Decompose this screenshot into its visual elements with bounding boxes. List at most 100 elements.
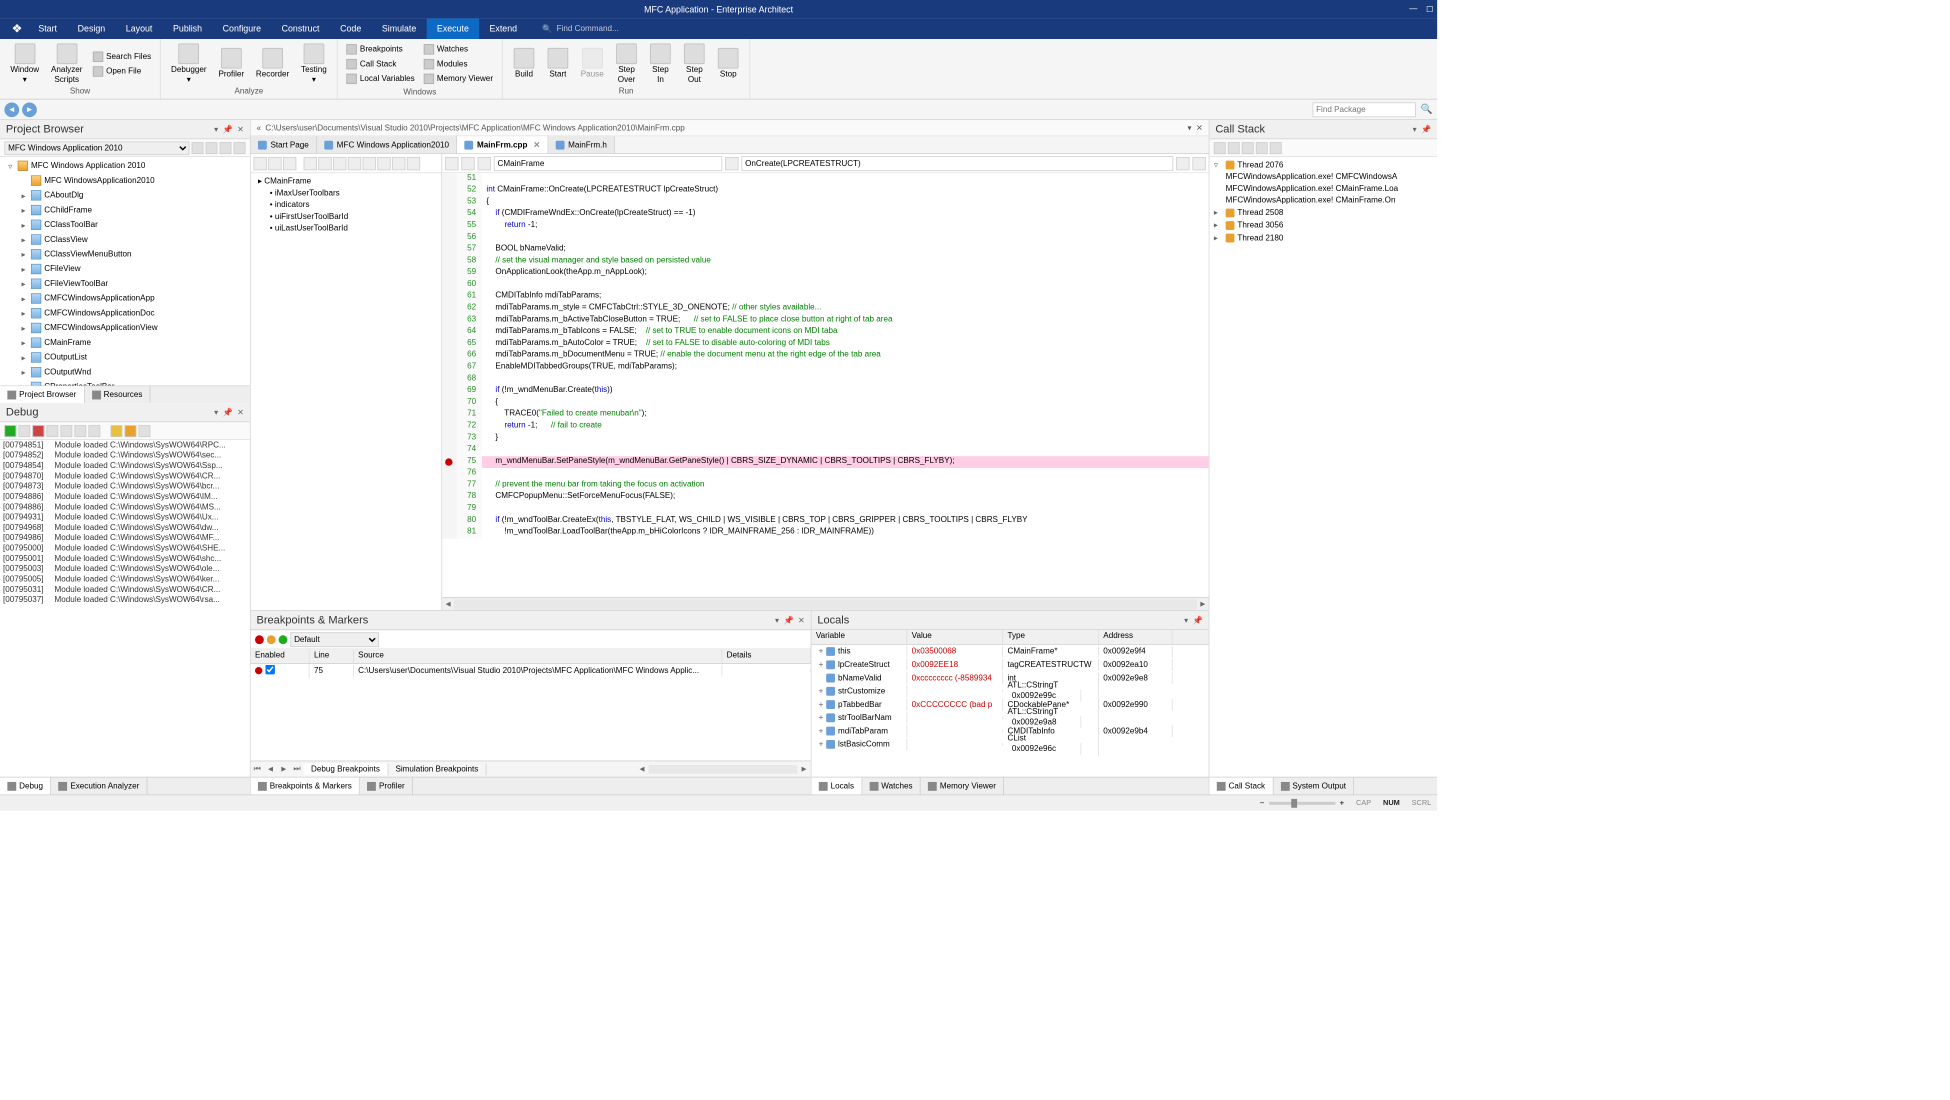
code-line[interactable]: 77 // prevent the menu bar from taking t…	[442, 480, 1208, 492]
debug-row[interactable]: [00795031]Module loaded C:\Windows\SysWO…	[0, 584, 250, 594]
close-icon[interactable]: ✕	[237, 408, 244, 418]
bp-subtab[interactable]: Simulation Breakpoints	[388, 763, 486, 775]
tree-item[interactable]: ▸CClassView	[0, 232, 250, 247]
debug-row[interactable]: [00794886]Module loaded C:\Windows\SysWO…	[0, 502, 250, 512]
debug-row[interactable]: [00794851]Module loaded C:\Windows\SysWO…	[0, 440, 250, 450]
tb-icon[interactable]	[1228, 142, 1240, 154]
menu-extend[interactable]: Extend	[479, 18, 527, 39]
tree-item[interactable]: ▸CClassToolBar	[0, 217, 250, 232]
ribbon-memory-viewer-button[interactable]: Memory Viewer	[421, 71, 496, 86]
up-icon[interactable]	[192, 142, 204, 154]
tb-icon[interactable]	[363, 157, 376, 170]
menu-construct[interactable]: Construct	[271, 18, 329, 39]
project-root-combo[interactable]: MFC Windows Application 2010	[4, 141, 189, 154]
zoom-slider[interactable]: −+	[1260, 799, 1345, 808]
debug-row[interactable]: [00795037]Module loaded C:\Windows\SysWO…	[0, 595, 250, 605]
tb-icon[interactable]	[283, 157, 296, 170]
minimize-icon[interactable]: —	[1409, 4, 1417, 14]
bp-orange-icon[interactable]	[267, 635, 276, 644]
tb-icon[interactable]	[1192, 157, 1205, 170]
menu-code[interactable]: Code	[330, 18, 372, 39]
step-over-icon[interactable]	[60, 425, 72, 437]
tree-item[interactable]: ▿MFC Windows Application 2010	[0, 158, 250, 173]
ribbon-pause-button[interactable]: Pause	[576, 42, 608, 85]
step-in-icon[interactable]	[74, 425, 86, 437]
code-line[interactable]: 66 mdiTabParams.m_bDocumentMenu = TRUE; …	[442, 350, 1208, 362]
tb-icon[interactable]	[392, 157, 405, 170]
tab-locals[interactable]: Locals	[811, 778, 862, 795]
tb-icon[interactable]	[268, 157, 281, 170]
outline-item[interactable]: ▸ CMainFrame	[252, 175, 440, 188]
debug-row[interactable]: [00795005]Module loaded C:\Windows\SysWO…	[0, 574, 250, 584]
debug-row[interactable]: [00795003]Module loaded C:\Windows\SysWO…	[0, 564, 250, 574]
tab-resources[interactable]: Resources	[84, 386, 150, 403]
code-line[interactable]: 53{	[442, 197, 1208, 209]
step-out-icon[interactable]	[88, 425, 100, 437]
code-line[interactable]: 78 CMFCPopupMenu::SetForceMenuFocus(FALS…	[442, 492, 1208, 504]
debug-row[interactable]: [00794886]Module loaded C:\Windows\SysWO…	[0, 492, 250, 502]
dropdown-icon[interactable]: ▾	[775, 615, 779, 625]
tab-memory-viewer[interactable]: Memory Viewer	[921, 778, 1004, 795]
ribbon-search-files-button[interactable]: Search Files	[90, 49, 154, 64]
tab-project-browser[interactable]: Project Browser	[0, 386, 84, 403]
code-line[interactable]: 62 mdiTabParams.m_style = CMFCTabCtrl::S…	[442, 303, 1208, 315]
tab-call-stack[interactable]: Call Stack	[1209, 778, 1273, 795]
ribbon-profiler-button[interactable]: Profiler	[214, 42, 249, 85]
tb-icon[interactable]	[1256, 142, 1268, 154]
outline-item[interactable]: • uiFirstUserToolBarId	[252, 211, 440, 223]
dropdown-icon[interactable]: ▾	[1187, 123, 1191, 133]
code-line[interactable]: 76	[442, 468, 1208, 480]
close-icon[interactable]: ✕	[798, 615, 805, 625]
pin-icon[interactable]: 📌	[1193, 615, 1203, 625]
debug-row[interactable]: [00794968]Module loaded C:\Windows\SysWO…	[0, 523, 250, 533]
editor-hscroll[interactable]: ◄►	[442, 597, 1208, 610]
locals-row[interactable]: +lpCreateStruct0x0092EE18tagCREATESTRUCT…	[811, 658, 1208, 671]
class-combo[interactable]	[494, 156, 722, 171]
ribbon-local-variables-button[interactable]: Local Variables	[344, 71, 418, 86]
ribbon-modules-button[interactable]: Modules	[421, 57, 496, 72]
tb-icon[interactable]	[304, 157, 317, 170]
bp-filter-combo[interactable]: Default	[290, 632, 378, 647]
ribbon-breakpoints-button[interactable]: Breakpoints	[344, 42, 418, 57]
tb-icon[interactable]	[461, 157, 474, 170]
ribbon-open-file-button[interactable]: Open File	[90, 64, 154, 79]
code-line[interactable]: 52int CMainFrame::OnCreate(LPCREATESTRUC…	[442, 185, 1208, 197]
code-line[interactable]: 55 return -1;	[442, 220, 1208, 232]
tree-item[interactable]: ▸CMFCWindowsApplicationView	[0, 321, 250, 336]
tb-icon[interactable]	[318, 157, 331, 170]
ribbon-stop-button[interactable]: Stop	[713, 42, 744, 85]
dropdown-icon[interactable]: ▾	[214, 408, 218, 418]
down-icon[interactable]	[206, 142, 218, 154]
save-icon[interactable]	[111, 425, 123, 437]
code-line[interactable]: 59 OnApplicationLook(theApp.m_nAppLook);	[442, 268, 1208, 280]
tb-icon[interactable]	[725, 157, 738, 170]
ribbon-analyzer-button[interactable]: Analyzer Scripts	[47, 42, 87, 85]
bp-grid-body[interactable]: 75C:\Users\user\Documents\Visual Studio …	[251, 664, 811, 761]
ribbon-step-button[interactable]: Step Out	[679, 42, 710, 85]
tab-system-output[interactable]: System Output	[1273, 778, 1354, 795]
code-line[interactable]: 67 EnableMDITabbedGroups(TRUE, mdiTabPar…	[442, 362, 1208, 374]
nav-back-button[interactable]: ◄	[4, 102, 19, 117]
tb-icon[interactable]	[1270, 142, 1282, 154]
tree-item[interactable]: ▸CFileView	[0, 262, 250, 277]
code-line[interactable]: 70 {	[442, 397, 1208, 409]
code-line[interactable]: 75 m_wndMenuBar.SetPaneStyle(m_wndMenuBa…	[442, 456, 1208, 468]
ribbon-recorder-button[interactable]: Recorder	[251, 42, 293, 85]
tb-icon[interactable]	[1176, 157, 1189, 170]
tb-icon[interactable]	[348, 157, 361, 170]
code-line[interactable]: 57 BOOL bNameValid;	[442, 244, 1208, 256]
code-line[interactable]: 54 if (CMDIFrameWndEx::OnCreate(lpCreate…	[442, 209, 1208, 221]
debug-output[interactable]: [00794851]Module loaded C:\Windows\SysWO…	[0, 440, 250, 777]
code-line[interactable]: 65 mdiTabParams.m_bAutoColor = TRUE; // …	[442, 338, 1208, 350]
project-tree[interactable]: ▿MFC Windows Application 2010MFC Windows…	[0, 157, 250, 385]
code-line[interactable]: 51	[442, 173, 1208, 185]
callstack-tree[interactable]: ▿Thread 2076MFCWindowsApplication.exe! C…	[1209, 157, 1437, 777]
code-editor[interactable]: 5152int CMainFrame::OnCreate(LPCREATESTR…	[442, 173, 1208, 597]
tb-icon[interactable]	[333, 157, 346, 170]
code-line[interactable]: 73 }	[442, 433, 1208, 445]
code-line[interactable]: 68	[442, 374, 1208, 386]
bp-subtab[interactable]: Debug Breakpoints	[304, 763, 388, 775]
maximize-icon[interactable]: ☐	[1426, 4, 1433, 14]
code-line[interactable]: 81 !m_wndToolBar.LoadToolBar(theApp.m_bH…	[442, 527, 1208, 539]
tree-item[interactable]: ▸CChildFrame	[0, 203, 250, 218]
